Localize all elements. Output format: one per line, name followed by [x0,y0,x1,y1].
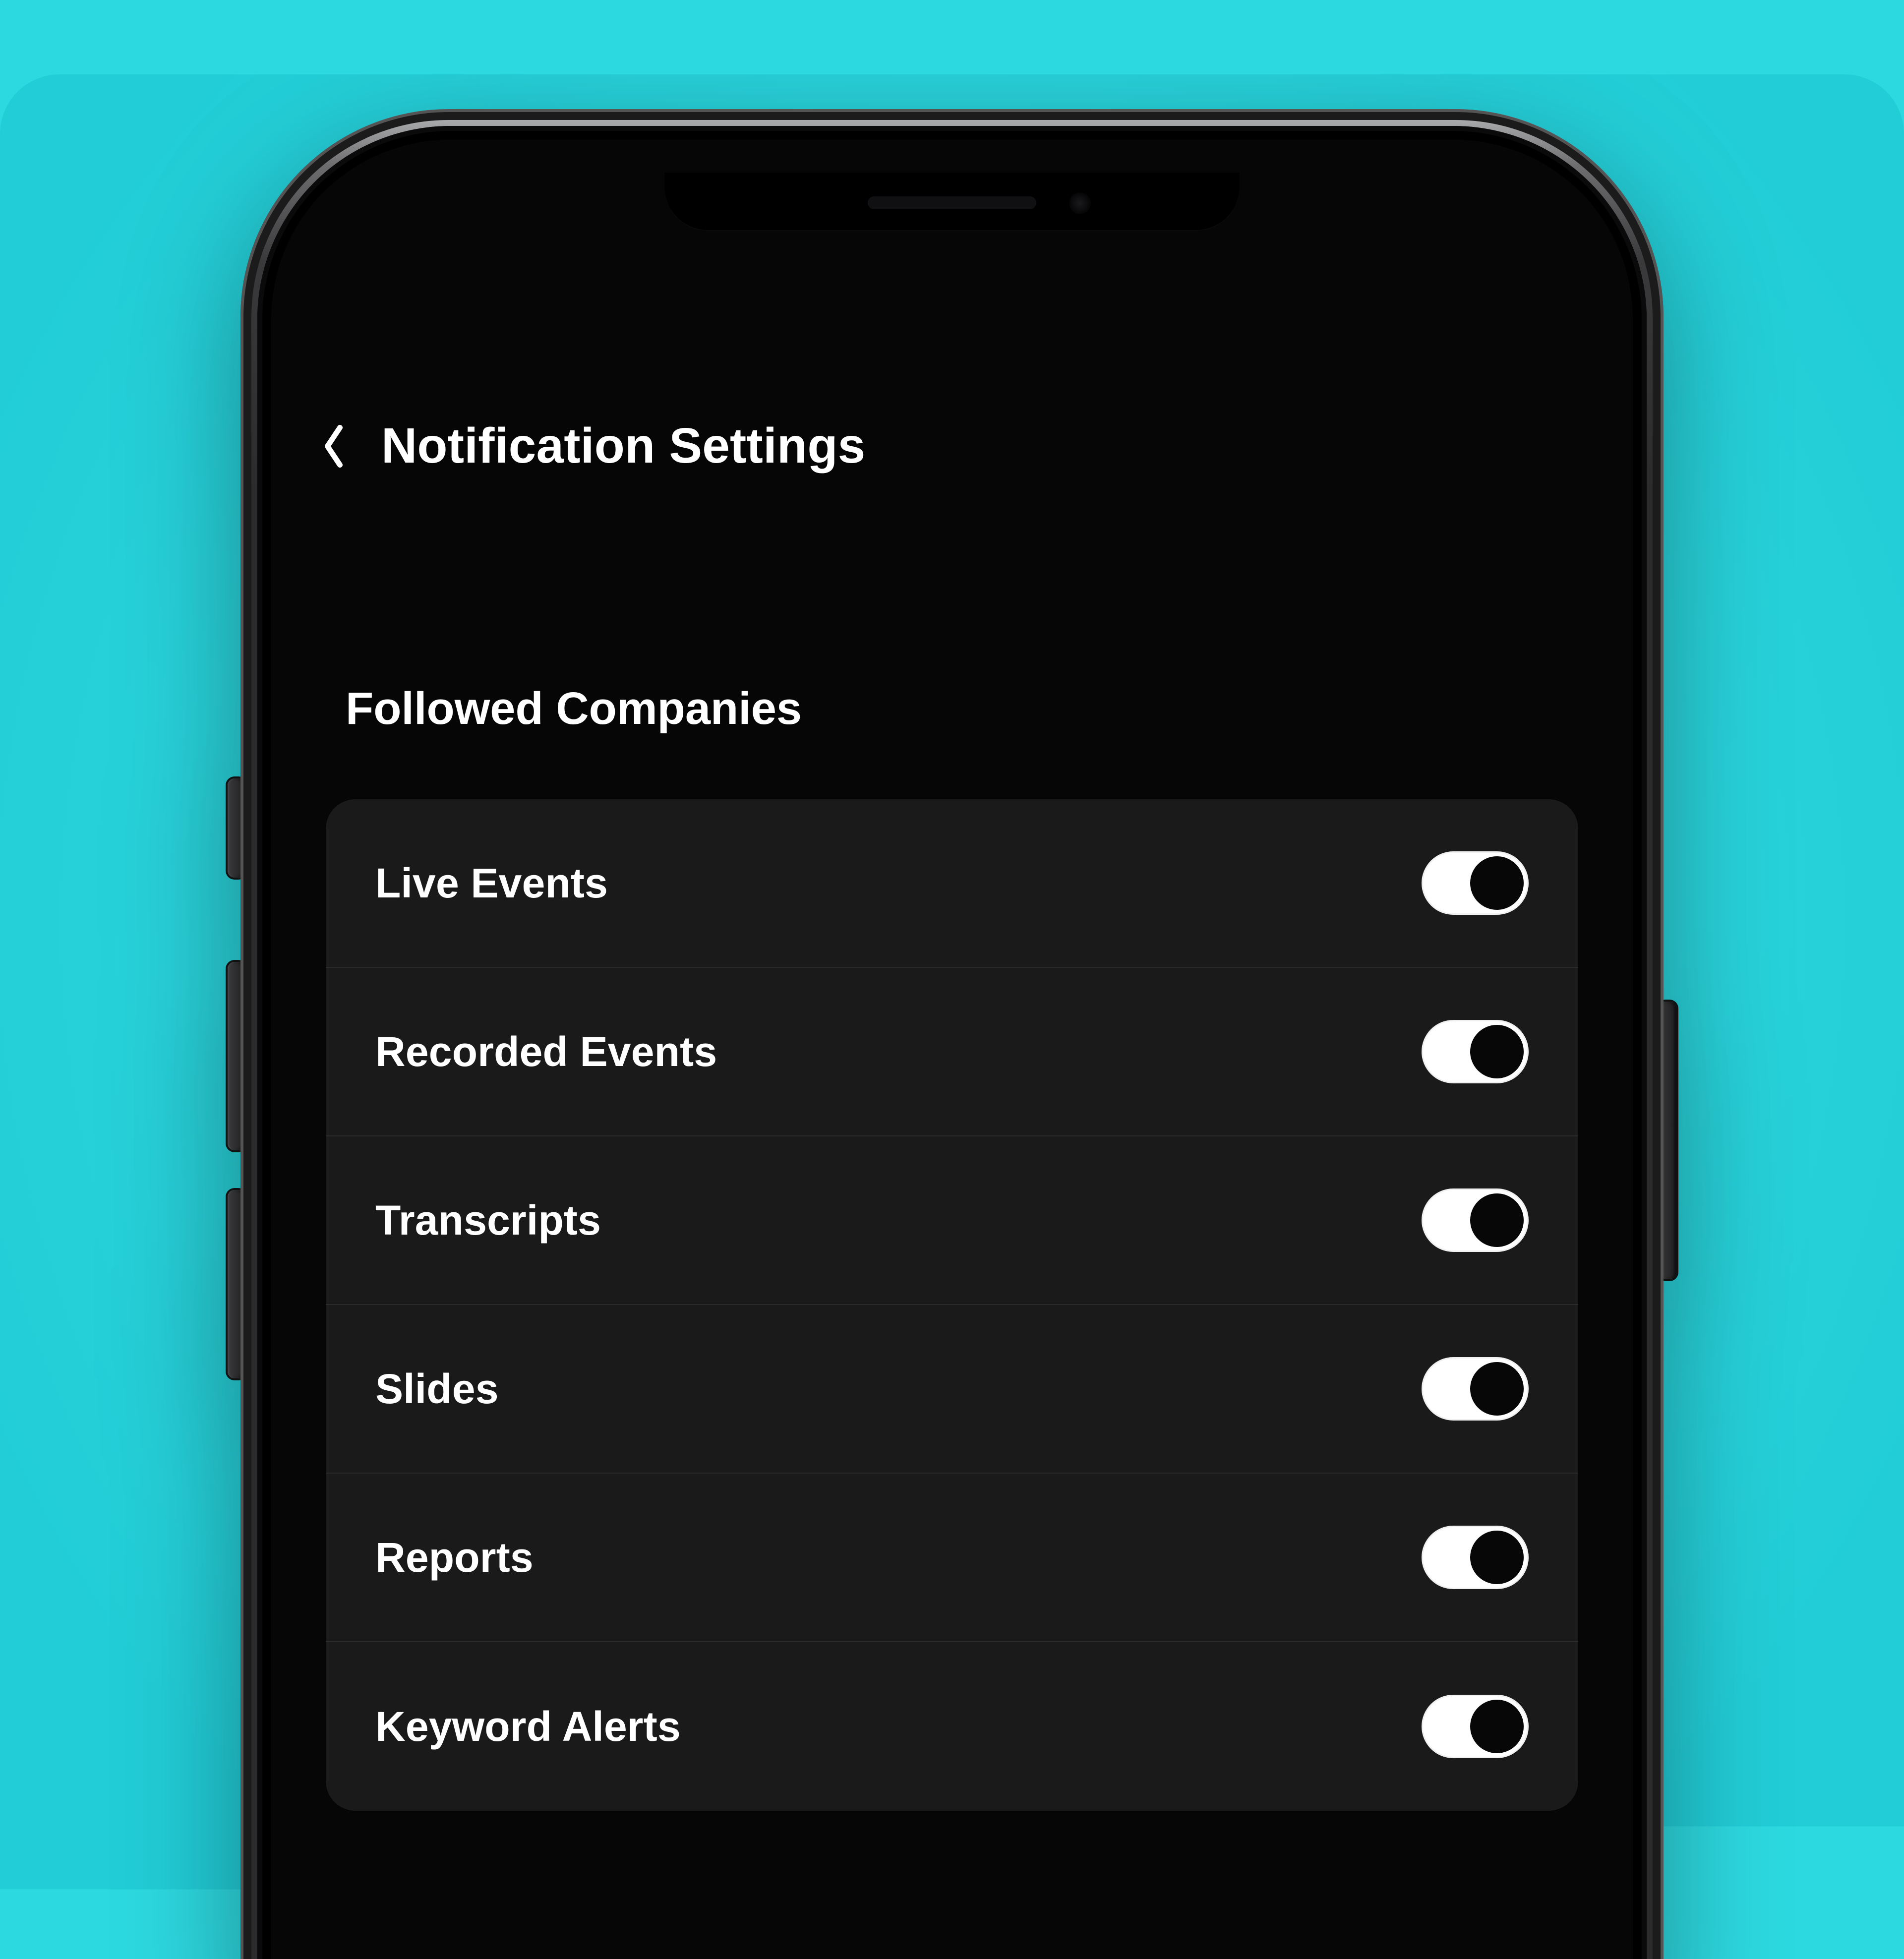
stage-background: Notification Settings Followed Companies… [0,74,1904,1959]
setting-label: Slides [375,1365,499,1413]
page-title: Notification Settings [381,417,865,475]
device-notch [664,173,1240,230]
toggle-reports[interactable] [1422,1526,1529,1589]
setting-row-slides: Slides [326,1305,1578,1474]
toggle-knob [1470,1193,1524,1247]
header: Notification Settings [271,417,1633,475]
back-button[interactable] [321,423,347,469]
toggle-knob [1470,1531,1524,1584]
setting-label: Keyword Alerts [375,1703,681,1751]
section-heading-followed-companies: Followed Companies [271,683,1633,735]
setting-row-reports: Reports [326,1474,1578,1642]
screen: Notification Settings Followed Companies… [271,140,1633,1959]
setting-row-transcripts: Transcripts [326,1136,1578,1305]
toggle-knob [1470,1025,1524,1078]
toggle-knob [1470,1362,1524,1416]
device-mockup: Notification Settings Followed Companies… [240,109,1664,1959]
setting-row-keyword-alerts: Keyword Alerts [326,1642,1578,1811]
setting-label: Recorded Events [375,1028,717,1076]
toggle-knob [1470,856,1524,910]
chevron-left-icon [321,423,347,469]
setting-label: Live Events [375,859,608,907]
toggle-knob [1470,1700,1524,1753]
toggle-recorded-events[interactable] [1422,1020,1529,1083]
setting-row-live-events: Live Events [326,799,1578,968]
toggle-keyword-alerts[interactable] [1422,1695,1529,1758]
app-root: Notification Settings Followed Companies… [271,140,1633,1959]
settings-group-followed-companies: Live Events Recorded Events [326,799,1578,1811]
toggle-slides[interactable] [1422,1357,1529,1421]
toggle-transcripts[interactable] [1422,1188,1529,1252]
setting-row-recorded-events: Recorded Events [326,968,1578,1136]
setting-label: Transcripts [375,1196,601,1245]
setting-label: Reports [375,1534,534,1582]
toggle-live-events[interactable] [1422,851,1529,915]
